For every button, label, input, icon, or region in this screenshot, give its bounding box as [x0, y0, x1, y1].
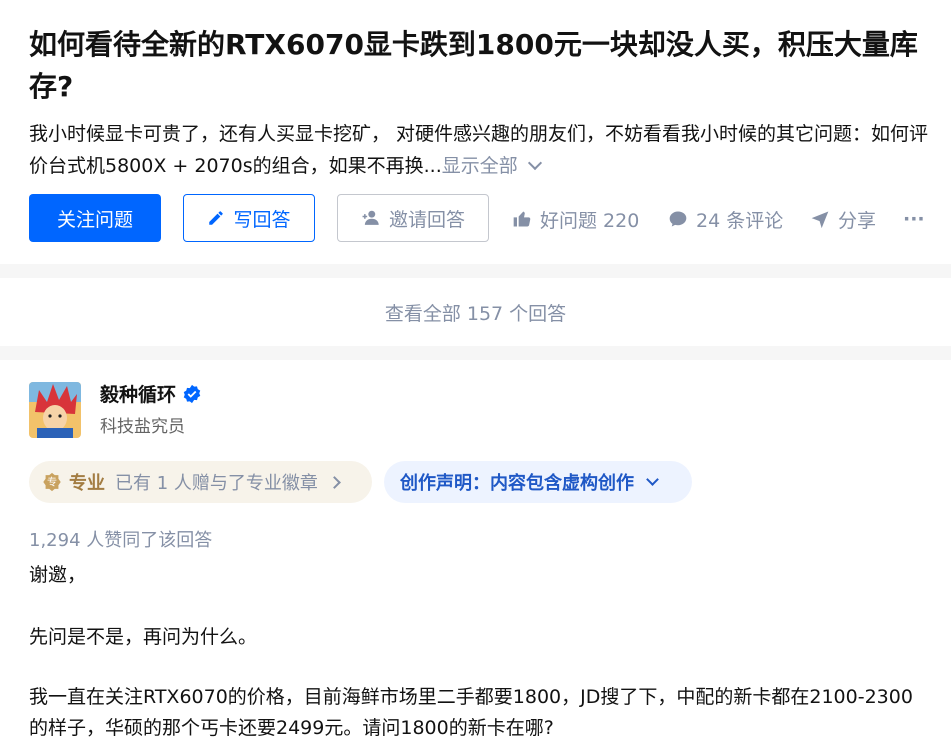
- author-bio: 科技盐究员: [100, 417, 185, 437]
- chevron-down-icon[interactable]: [527, 155, 542, 171]
- verified-icon: [183, 384, 201, 403]
- write-answer-button[interactable]: 写回答: [183, 194, 315, 242]
- question-excerpt[interactable]: 我小时候显卡可贵了，还有人买显卡挖矿， 对硬件感兴趣的朋友们，不妨看看我小时候的…: [29, 118, 944, 182]
- creation-declaration[interactable]: 创作声明：内容包含虚构创作: [384, 461, 692, 503]
- question-title[interactable]: 如何看待全新的RTX6070显卡跌到1800元一块却没人买，积压大量库存?: [29, 24, 944, 108]
- invite-answer-label: 邀请回答: [388, 208, 465, 231]
- share-label: 分享: [838, 209, 877, 232]
- author-name[interactable]: 毅种循环: [100, 380, 202, 407]
- comment-icon: [669, 211, 687, 227]
- chevron-right-icon: [328, 475, 341, 489]
- share-button[interactable]: 分享: [810, 204, 876, 234]
- invite-user-icon: [362, 210, 379, 225]
- answer-paragraph: 先问是不是，再问为什么。: [29, 626, 258, 648]
- comments-button[interactable]: 24 条评论: [668, 204, 783, 234]
- show-all-link[interactable]: 显示全部: [442, 155, 518, 177]
- answer-paragraph: 谢邀，: [29, 564, 87, 586]
- answer-card: 毅种循环 科技盐究员 专 专业 已有 1 人赠与了专业徽章 创作声明：内容包含虚…: [0, 360, 951, 754]
- good-question-label: 好问题 220: [540, 209, 640, 232]
- share-icon: [811, 211, 829, 229]
- follow-question-button[interactable]: 关注问题: [29, 194, 161, 242]
- badge-label: 专业: [69, 473, 105, 494]
- more-icon[interactable]: ···: [903, 204, 925, 234]
- answer-paragraph: 我一直在关注RTX6070的价格，目前海鲜市场里二手都要1800，JD搜了下，中…: [29, 686, 913, 739]
- svg-text:专: 专: [47, 476, 57, 489]
- more-label: ···: [903, 208, 925, 230]
- view-all-answers-button[interactable]: 查看全部 157 个回答: [0, 278, 951, 346]
- pen-icon: [209, 211, 224, 225]
- author-name-text: 毅种循环: [100, 384, 177, 406]
- professional-badge[interactable]: 专 专业 已有 1 人赠与了专业徽章: [29, 461, 372, 503]
- invite-answer-button[interactable]: 邀请回答: [337, 194, 489, 242]
- thumbs-up-icon: [513, 211, 531, 227]
- comments-label: 24 条评论: [696, 209, 784, 232]
- good-question-button[interactable]: 好问题 220: [512, 204, 639, 234]
- declaration-text: 创作声明：内容包含虚构创作: [400, 473, 634, 494]
- view-all-answers-label: 查看全部 157 个回答: [384, 302, 567, 325]
- follow-question-label: 关注问题: [56, 208, 133, 231]
- question-card: 如何看待全新的RTX6070显卡跌到1800元一块却没人买，积压大量库存? 我小…: [0, 0, 951, 264]
- badge-icon: 专: [43, 472, 61, 492]
- upvote-count: 1,294 人赞同了该回答: [29, 530, 213, 551]
- avatar[interactable]: [29, 382, 81, 438]
- write-answer-label: 写回答: [233, 208, 291, 231]
- badge-text: 已有 1 人赠与了专业徽章: [115, 473, 318, 494]
- chevron-down-icon: [646, 472, 659, 486]
